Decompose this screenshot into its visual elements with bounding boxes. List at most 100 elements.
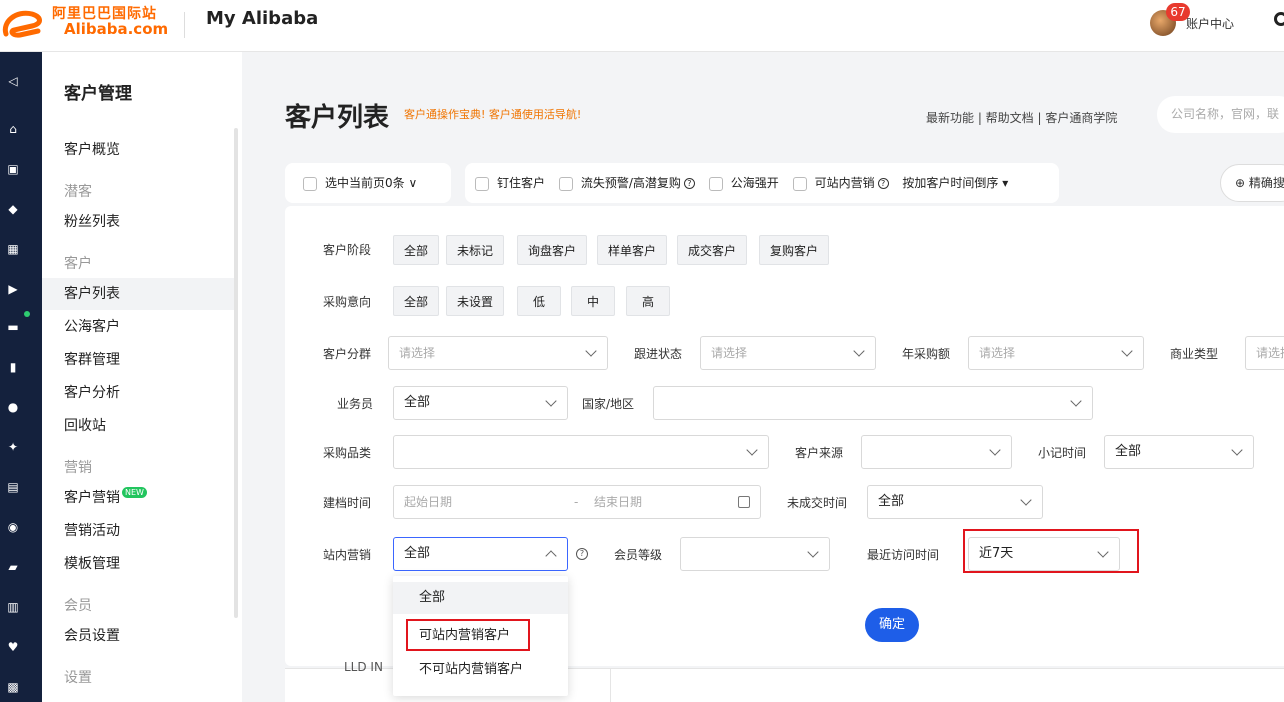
stage-chip-unmarked[interactable]: 未标记 <box>446 235 505 265</box>
briefcase-icon[interactable]: ▩ <box>6 680 20 694</box>
stage-chip-inquiry[interactable]: 询盘客户 <box>517 235 588 265</box>
sidebar-group-prospects: 潜客 <box>64 184 92 200</box>
collapse-icon[interactable]: ◁ <box>6 74 20 88</box>
member-dropdown[interactable] <box>680 537 830 571</box>
help-links[interactable]: 最新功能 | 帮助文档 | 客户通商学院 <box>926 109 1117 126</box>
app-title[interactable]: My Alibaba <box>206 8 318 29</box>
chevron-up-icon <box>545 550 557 562</box>
select-page-checkbox[interactable]: 选中当前页0条 ∨ <box>285 163 451 203</box>
document-icon[interactable]: ▤ <box>6 480 20 494</box>
search-input[interactable]: 公司名称，官网，联 <box>1157 96 1284 133</box>
shield-icon[interactable]: ◆ <box>6 202 20 216</box>
sort-dropdown[interactable]: 按加客户时间倒序 ▾ <box>902 176 1008 190</box>
home-icon[interactable]: ⌂ <box>6 122 20 136</box>
logo-divider <box>184 12 185 38</box>
filter-label: 流失预警/高潜复购 <box>580 176 681 190</box>
page-title: 客户列表 <box>285 103 390 133</box>
guide-link[interactable]: 客户通操作宝典! 客户通使用活导航! <box>404 106 581 122</box>
help-icon[interactable]: ? <box>576 548 588 560</box>
sidebar-item-recycle[interactable]: 回收站 <box>42 410 234 442</box>
annual-dropdown[interactable]: 请选择 <box>968 336 1144 370</box>
salesperson-label: 业务员 <box>337 397 374 411</box>
intent-chip-low[interactable]: 低 <box>517 286 562 316</box>
end-date[interactable]: 结束日期 <box>594 486 642 518</box>
sidebar: 客户管理 客户概览 潜客 粉丝列表 客户 客户列表 公海客户 客群管理 客户分析… <box>42 52 242 702</box>
confirm-button[interactable]: 确定 <box>865 608 919 642</box>
churn-warning-filter[interactable]: 流失预警/高潜复购? <box>558 176 695 191</box>
sidebar-scrollbar[interactable] <box>234 128 238 618</box>
filter-label: 公海强开 <box>730 176 779 190</box>
follow-dropdown[interactable]: 请选择 <box>700 336 876 370</box>
intent-chip-all[interactable]: 全部 <box>393 286 440 316</box>
stage-chip-deal[interactable]: 成交客户 <box>677 235 748 265</box>
precise-search-label: 精确搜 <box>1248 176 1284 190</box>
follow-label: 跟进状态 <box>634 347 683 361</box>
message-icon[interactable]: ▬ <box>6 320 20 334</box>
checkbox[interactable] <box>303 176 317 191</box>
note-time-dropdown[interactable]: 全部 <box>1104 435 1254 469</box>
truck-icon[interactable]: ▰ <box>6 560 20 574</box>
sidebar-group-marketing: 营销 <box>64 460 92 476</box>
account-center-link[interactable]: 账户中心 <box>1186 15 1234 32</box>
icon-rail: ◁ ⌂ ▣ ◆ ▦ ▶ ▬ ▮ ● ✦ ▤ ◉ ▰ ▥ ♥ ▩ <box>0 52 42 702</box>
sidebar-item-templates[interactable]: 模板管理 <box>42 548 234 580</box>
category-dropdown[interactable] <box>393 435 769 469</box>
sidebar-item-customer-list[interactable]: 客户列表 <box>42 278 234 310</box>
filter-label: 可站内营销 <box>814 176 875 190</box>
menu-item-not-marketable[interactable]: 不可站内营销客户 <box>393 654 568 686</box>
share-icon[interactable]: ✦ <box>6 440 20 454</box>
biz-type-dropdown[interactable]: 请选择 <box>1245 336 1284 370</box>
sidebar-group-customers: 客户 <box>64 256 92 272</box>
sidebar-item-member-settings[interactable]: 会员设置 <box>42 620 234 652</box>
group-dropdown[interactable]: 请选择 <box>388 336 608 370</box>
sidebar-item-public-pool[interactable]: 公海客户 <box>42 311 234 343</box>
stage-chip-repurchase[interactable]: 复购客户 <box>759 235 830 265</box>
stage-chip-all[interactable]: 全部 <box>393 235 440 265</box>
intent-chip-high[interactable]: 高 <box>626 286 671 316</box>
help-icon[interactable]: ? <box>877 178 889 189</box>
bank-icon[interactable]: ▥ <box>6 600 20 614</box>
checkbox[interactable] <box>558 176 573 191</box>
placeholder: 请选择 <box>979 346 1016 360</box>
pin-customer-filter[interactable]: 钉住客户 <box>475 176 545 191</box>
store-icon[interactable]: ▣ <box>6 162 20 176</box>
sidebar-item-analysis[interactable]: 客户分析 <box>42 377 234 409</box>
annual-label: 年采购额 <box>902 347 951 361</box>
no-deal-dropdown[interactable]: 全部 <box>867 485 1043 519</box>
checkbox[interactable] <box>792 176 807 191</box>
menu-item-all[interactable]: 全部 <box>393 582 568 614</box>
marketing-dropdown[interactable]: 全部 <box>393 537 568 571</box>
precise-search-button[interactable]: ⊕ 精确搜 <box>1220 164 1284 202</box>
salesperson-dropdown[interactable]: 全部 <box>393 386 568 420</box>
marketable-filter[interactable]: 可站内营销? <box>792 176 889 191</box>
globe-icon[interactable]: ◉ <box>6 520 20 534</box>
customers-icon[interactable]: ● <box>6 400 20 414</box>
video-icon[interactable]: ▶ <box>6 282 20 296</box>
alibaba-logo-icon[interactable] <box>2 8 44 42</box>
intent-chip-unset[interactable]: 未设置 <box>446 286 505 316</box>
chart-icon[interactable]: ▮ <box>6 360 20 374</box>
start-date[interactable]: 起始日期 <box>404 495 452 509</box>
sidebar-item-overview[interactable]: 客户概览 <box>42 134 234 166</box>
country-dropdown[interactable] <box>653 386 1093 420</box>
heart-icon[interactable]: ♥ <box>6 640 20 654</box>
checkbox[interactable] <box>708 176 723 191</box>
sidebar-item-customer-marketing[interactable]: 客户营销 NEW <box>42 482 234 514</box>
stage-chip-sample[interactable]: 样单客户 <box>597 235 668 265</box>
created-date-range[interactable]: 起始日期 - 结束日期 <box>393 485 761 519</box>
value: 全部 <box>404 395 431 410</box>
sidebar-item-campaigns[interactable]: 营销活动 <box>42 515 234 547</box>
help-icon[interactable]: ? <box>683 178 695 189</box>
sidebar-item-groups[interactable]: 客群管理 <box>42 344 234 376</box>
sidebar-item-fans[interactable]: 粉丝列表 <box>42 206 234 238</box>
value: 全部 <box>1115 444 1142 459</box>
calendar-icon[interactable] <box>738 496 750 508</box>
settings-icon[interactable] <box>1274 12 1284 26</box>
intent-chip-mid[interactable]: 中 <box>571 286 616 316</box>
apps-icon[interactable]: ▦ <box>6 242 20 256</box>
checkbox[interactable] <box>475 176 489 191</box>
chevron-down-icon <box>989 444 1001 456</box>
source-dropdown[interactable] <box>861 435 1012 469</box>
public-open-filter[interactable]: 公海强开 <box>708 176 779 191</box>
column-divider <box>610 668 611 702</box>
